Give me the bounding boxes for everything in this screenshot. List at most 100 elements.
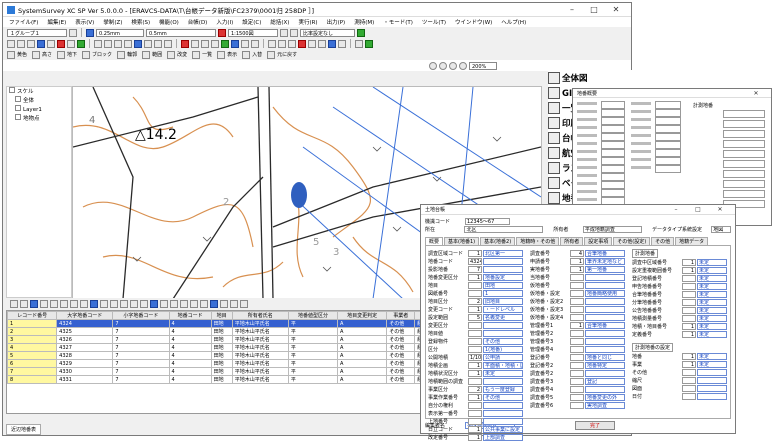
form-code-field[interactable]: 1 [468, 273, 482, 281]
form-value-link[interactable] [483, 329, 523, 337]
field-box[interactable] [655, 133, 681, 141]
menu-item[interactable]: 総括(X) [270, 18, 289, 26]
field-box[interactable] [655, 165, 681, 173]
field-box[interactable] [601, 157, 625, 165]
table-header[interactable]: 小字地番コード [112, 311, 170, 320]
table-tool-button[interactable] [160, 299, 168, 308]
tool-label[interactable]: 地下 [67, 51, 77, 58]
table-row[interactable]: 2432574田地平地木山平氏名平Aその他経図 [7, 327, 477, 336]
tab-8[interactable]: 地籍データ [675, 237, 709, 245]
form-value-link[interactable]: 地番と同じ [585, 353, 625, 361]
tree-expand-icon[interactable] [15, 114, 21, 120]
form-code-field[interactable] [468, 289, 482, 297]
form-code-field[interactable]: 2 [468, 385, 482, 393]
tree-expand-icon[interactable] [15, 105, 21, 111]
menu-item[interactable]: 機能(O) [159, 18, 179, 26]
menu-item[interactable]: ヘルプ(H) [501, 18, 526, 26]
minimize-button[interactable]: – [561, 5, 583, 14]
form-code-field[interactable]: 1 [570, 265, 584, 273]
form-value-link[interactable]: 未定 [697, 290, 727, 298]
form-code-field[interactable] [682, 298, 696, 306]
form-value-link[interactable]: 合筆地番 [585, 321, 625, 329]
toolbar-tool-button[interactable] [355, 39, 363, 48]
zoom-combo[interactable]: 200% [469, 61, 497, 70]
tool-icon[interactable] [142, 50, 151, 59]
toolbar-tool-button[interactable] [134, 39, 142, 48]
field-box[interactable] [723, 160, 765, 168]
form-value-link[interactable]: ・ードレベル [483, 305, 523, 313]
toolbar-tool-button[interactable] [308, 39, 316, 48]
field-box[interactable] [601, 149, 625, 157]
field-box[interactable] [601, 133, 625, 141]
field-box[interactable] [601, 101, 625, 109]
form-value-link[interactable]: 未定 [697, 330, 727, 338]
tool-label[interactable]: 入替 [252, 51, 262, 58]
field-box[interactable] [655, 157, 681, 165]
form-code-field[interactable]: 1 [682, 266, 696, 274]
line-style-combo[interactable]: 0.5mm [146, 28, 216, 37]
tree-expand-icon[interactable] [9, 87, 15, 93]
form-value-link[interactable]: 合筆地番 [585, 249, 625, 257]
form-value-link[interactable]: 地番簡略使用 [585, 289, 625, 297]
maximize-button[interactable]: □ [583, 5, 605, 14]
form-value-link[interactable]: 1 [483, 289, 523, 297]
form-value-link[interactable] [585, 281, 625, 289]
form-code-field[interactable] [468, 401, 482, 409]
menu-item[interactable]: 挙制(Z) [103, 18, 122, 26]
tool-label[interactable]: 表示 [227, 51, 237, 58]
menu-item[interactable]: 入力(I) [216, 18, 233, 26]
toolbar-tool-button[interactable] [144, 39, 152, 48]
form-value-link[interactable]: 地番特定 [585, 361, 625, 369]
form-code-field[interactable] [682, 368, 696, 376]
form-value-link[interactable]: 田地 [483, 281, 523, 289]
table-tool-button[interactable] [190, 299, 198, 308]
tool-label[interactable]: 元に戻す [277, 51, 297, 58]
form-value-link[interactable]: 筆界未定地など [585, 257, 625, 265]
form-value-link[interactable]: 未定 [697, 274, 727, 282]
form-value-link[interactable]: 第一地番 [585, 265, 625, 273]
table-tool-button[interactable] [60, 299, 68, 308]
form-value-link[interactable] [585, 337, 625, 345]
table-tool-button[interactable] [70, 299, 78, 308]
tab-1[interactable]: 基本(地番1) [444, 237, 480, 245]
toolbar-tool-button[interactable] [164, 39, 172, 48]
close-button[interactable]: ✕ [605, 5, 627, 14]
toolbar-tool-button[interactable] [47, 39, 55, 48]
table-tool-button[interactable] [240, 299, 248, 308]
form-value-link[interactable] [585, 297, 625, 305]
field-box[interactable] [601, 141, 625, 149]
toolbar-tool-button[interactable] [124, 39, 132, 48]
toolbar-tool-button[interactable] [318, 39, 326, 48]
toolbar-tool-button[interactable] [77, 39, 85, 48]
tree-item[interactable]: Layer1 [7, 105, 71, 114]
form-value-link[interactable] [585, 345, 625, 353]
menu-item[interactable]: 表示(V) [75, 18, 94, 26]
toolbar-tool-button[interactable] [67, 39, 75, 48]
table-row[interactable]: 4432774田地平地木山平氏名平Aその他経図 [7, 343, 477, 352]
toolbar-tool-button[interactable] [298, 39, 306, 48]
form-code-field[interactable]: 1 [682, 322, 696, 330]
tool-label[interactable]: 黄色 [17, 51, 27, 58]
tool-icon[interactable] [117, 50, 126, 59]
field-box[interactable] [601, 181, 625, 189]
table-tool-button[interactable] [140, 299, 148, 308]
line-width-combo[interactable]: 0.25mm [96, 28, 144, 37]
form-value-link[interactable]: 未定 [483, 369, 523, 377]
toolbar-tool-button[interactable] [154, 39, 162, 48]
form-code-field[interactable] [468, 377, 482, 385]
tab-0[interactable]: 概要 [425, 237, 444, 245]
form-value-link[interactable] [697, 368, 727, 376]
menu-item[interactable]: ツール(T) [422, 18, 446, 26]
toolbar-tool-button[interactable] [268, 39, 276, 48]
tab-2[interactable]: 基本(地番2) [480, 237, 516, 245]
form-code-field[interactable] [570, 337, 584, 345]
form-value-link[interactable]: 未定 [697, 322, 727, 330]
form-value-link[interactable]: その他 [483, 337, 523, 345]
field-box[interactable] [601, 165, 625, 173]
field-box[interactable] [723, 170, 765, 178]
red-color-button[interactable] [218, 28, 226, 37]
tab-4[interactable]: 所有者 [560, 237, 584, 245]
register-maximize-button[interactable]: □ [687, 206, 709, 213]
form-code-field[interactable]: 1 [682, 258, 696, 266]
layer-combo[interactable]: １グループ１ [7, 28, 67, 37]
